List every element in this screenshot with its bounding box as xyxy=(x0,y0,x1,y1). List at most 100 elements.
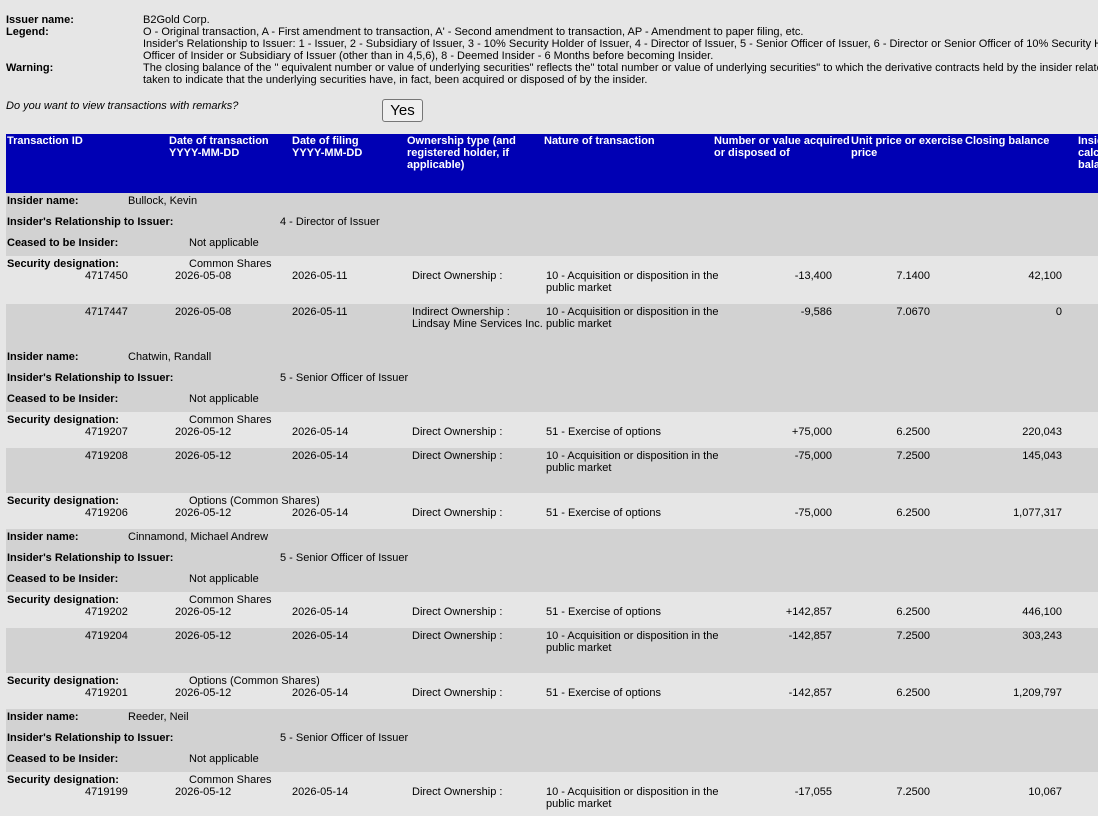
transaction-date: 2026-05-12 xyxy=(175,507,232,519)
ceased-label: Ceased to be Insider: xyxy=(7,573,119,585)
view-remarks-yes-button[interactable]: Yes xyxy=(382,99,423,122)
nature-of-transaction: 10 - Acquisition or disposition in the p… xyxy=(546,630,719,654)
filing-date: 2026-05-14 xyxy=(292,507,349,519)
ceased-row: Ceased to be Insider: Not applicable xyxy=(6,391,1098,412)
remarks-question: Do you want to view transactions with re… xyxy=(6,100,239,112)
transaction-id: 4719204 xyxy=(85,630,128,642)
ownership-type: Direct Ownership : xyxy=(412,630,503,642)
transaction-date: 2026-05-12 xyxy=(175,786,232,798)
filing-date: 2026-05-14 xyxy=(292,606,349,618)
transaction-id: 4717450 xyxy=(85,270,128,282)
ownership-type: Direct Ownership : xyxy=(412,687,503,699)
col-transaction-id: Transaction ID xyxy=(7,135,83,147)
transaction-date: 2026-05-08 xyxy=(175,306,232,318)
table-row: 4719208 2026-05-12 2026-05-14 Direct Owners… xyxy=(6,448,1098,493)
transaction-id: 4719208 xyxy=(85,450,128,462)
closing-balance: 10,067 xyxy=(1028,786,1062,798)
closing-balance: 1,077,317 xyxy=(1013,507,1062,519)
number-or-value: -75,000 xyxy=(794,450,832,462)
relationship-legend: Insider's Relationship to Issuer: 1 - Is… xyxy=(143,38,1098,62)
transactions-table-body: Insider name: Bullock, Kevin Insider's Rel… xyxy=(6,193,1098,816)
transaction-date: 2026-05-08 xyxy=(175,270,232,282)
unit-price: 7.2500 xyxy=(896,630,930,642)
col-date-of-transaction: Date of transaction YYYY-MM-DD xyxy=(169,135,269,159)
col-date-of-filing: Date of filing YYYY-MM-DD xyxy=(292,135,363,159)
ceased-row: Ceased to be Insider: Not applicable xyxy=(6,571,1098,592)
insider-name-label: Insider name: xyxy=(7,711,79,723)
relationship-label: Insider's Relationship to Issuer: xyxy=(7,216,174,228)
relationship-label: Insider's Relationship to Issuer: xyxy=(7,552,174,564)
security-designation-value: Common Shares xyxy=(189,258,272,270)
number-or-value: -17,055 xyxy=(794,786,832,798)
ownership-type: Direct Ownership : xyxy=(412,426,503,438)
ceased-value: Not applicable xyxy=(189,573,259,585)
filing-date: 2026-05-11 xyxy=(292,270,348,282)
number-or-value: +75,000 xyxy=(791,426,832,438)
filing-date: 2026-05-14 xyxy=(292,630,349,642)
number-or-value: -142,857 xyxy=(788,687,832,699)
insider-name-value: Chatwin, Randall xyxy=(128,351,212,363)
security-designation-label: Security designation: xyxy=(7,258,119,270)
security-designation-value: Options (Common Shares) xyxy=(189,675,320,687)
ownership-type: Direct Ownership : xyxy=(412,450,503,462)
nature-of-transaction: 10 - Acquisition or disposition in the p… xyxy=(546,270,719,294)
closing-balance: 145,043 xyxy=(1022,450,1062,462)
warning-text: The closing balance of the " equivalent … xyxy=(143,62,1098,86)
table-row: Security designation: Options (Common Sha… xyxy=(6,673,1098,709)
security-designation-label: Security designation: xyxy=(7,774,119,786)
insider-name-label: Insider name: xyxy=(7,531,79,543)
closing-balance: 220,043 xyxy=(1022,426,1062,438)
closing-balance: 303,243 xyxy=(1022,630,1062,642)
unit-price: 7.2500 xyxy=(896,786,930,798)
ceased-row: Ceased to be Insider: Not applicable xyxy=(6,751,1098,772)
closing-balance: 446,100 xyxy=(1022,606,1062,618)
filing-date: 2026-05-14 xyxy=(292,687,349,699)
table-row: Security designation: Options (Common Sha… xyxy=(6,493,1098,529)
filing-date: 2026-05-11 xyxy=(292,306,348,318)
relationship-row: Insider's Relationship to Issuer: 5 - Sen… xyxy=(6,730,1098,751)
number-or-value: +142,857 xyxy=(785,606,832,618)
unit-price: 7.0670 xyxy=(896,306,930,318)
transaction-date: 2026-05-12 xyxy=(175,450,232,462)
security-designation-value: Common Shares xyxy=(189,774,272,786)
relationship-label: Insider's Relationship to Issuer: xyxy=(7,732,174,744)
transaction-date: 2026-05-12 xyxy=(175,687,232,699)
issuer-name-label: Issuer name: xyxy=(6,14,74,26)
ownership-type: Indirect Ownership : Lindsay Mine Servic… xyxy=(412,306,543,330)
transaction-id: 4717447 xyxy=(85,306,128,318)
security-designation-value: Common Shares xyxy=(189,594,272,606)
closing-balance: 0 xyxy=(1055,306,1062,318)
insider-name-value: Cinnamond, Michael Andrew xyxy=(128,531,269,543)
closing-balance: 1,209,797 xyxy=(1013,687,1062,699)
col-insider-calculated-balance: Insider calculated balance xyxy=(1078,135,1098,171)
relationship-row: Insider's Relationship to Issuer: 4 - Dir… xyxy=(6,214,1098,235)
closing-balance: 42,100 xyxy=(1028,270,1062,282)
nature-of-transaction: 51 - Exercise of options xyxy=(546,507,661,519)
transaction-id: 4719207 xyxy=(85,426,128,438)
insider-name-row: Insider name: Reeder, Neil xyxy=(6,709,1098,730)
security-designation-label: Security designation: xyxy=(7,495,119,507)
nature-of-transaction: 51 - Exercise of options xyxy=(546,426,661,438)
ceased-value: Not applicable xyxy=(189,753,259,765)
security-designation-value: Options (Common Shares) xyxy=(189,495,320,507)
issuer-name-value: B2Gold Corp. xyxy=(143,14,210,26)
insider-name-label: Insider name: xyxy=(7,351,79,363)
nature-of-transaction: 10 - Acquisition or disposition in the p… xyxy=(546,306,719,330)
unit-price: 6.2500 xyxy=(896,507,930,519)
number-or-value: -142,857 xyxy=(788,630,832,642)
transaction-date: 2026-05-12 xyxy=(175,606,232,618)
relationship-row: Insider's Relationship to Issuer: 5 - Sen… xyxy=(6,370,1098,391)
col-ownership-type: Ownership type (and registered holder, i… xyxy=(407,135,516,171)
security-designation-label: Security designation: xyxy=(7,414,119,426)
relationship-label: Insider's Relationship to Issuer: xyxy=(7,372,174,384)
legend-text: O - Original transaction, A - First amen… xyxy=(143,26,804,38)
filing-date: 2026-05-14 xyxy=(292,426,349,438)
col-closing-balance: Closing balance xyxy=(965,135,1050,147)
ceased-value: Not applicable xyxy=(189,393,259,405)
ceased-value: Not applicable xyxy=(189,237,259,249)
relationship-value: 5 - Senior Officer of Issuer xyxy=(280,372,409,384)
table-row: Security designation: Common Shares 471745… xyxy=(6,256,1098,304)
number-or-value: -75,000 xyxy=(794,507,832,519)
security-designation-label: Security designation: xyxy=(7,675,119,687)
unit-price: 6.2500 xyxy=(896,687,930,699)
